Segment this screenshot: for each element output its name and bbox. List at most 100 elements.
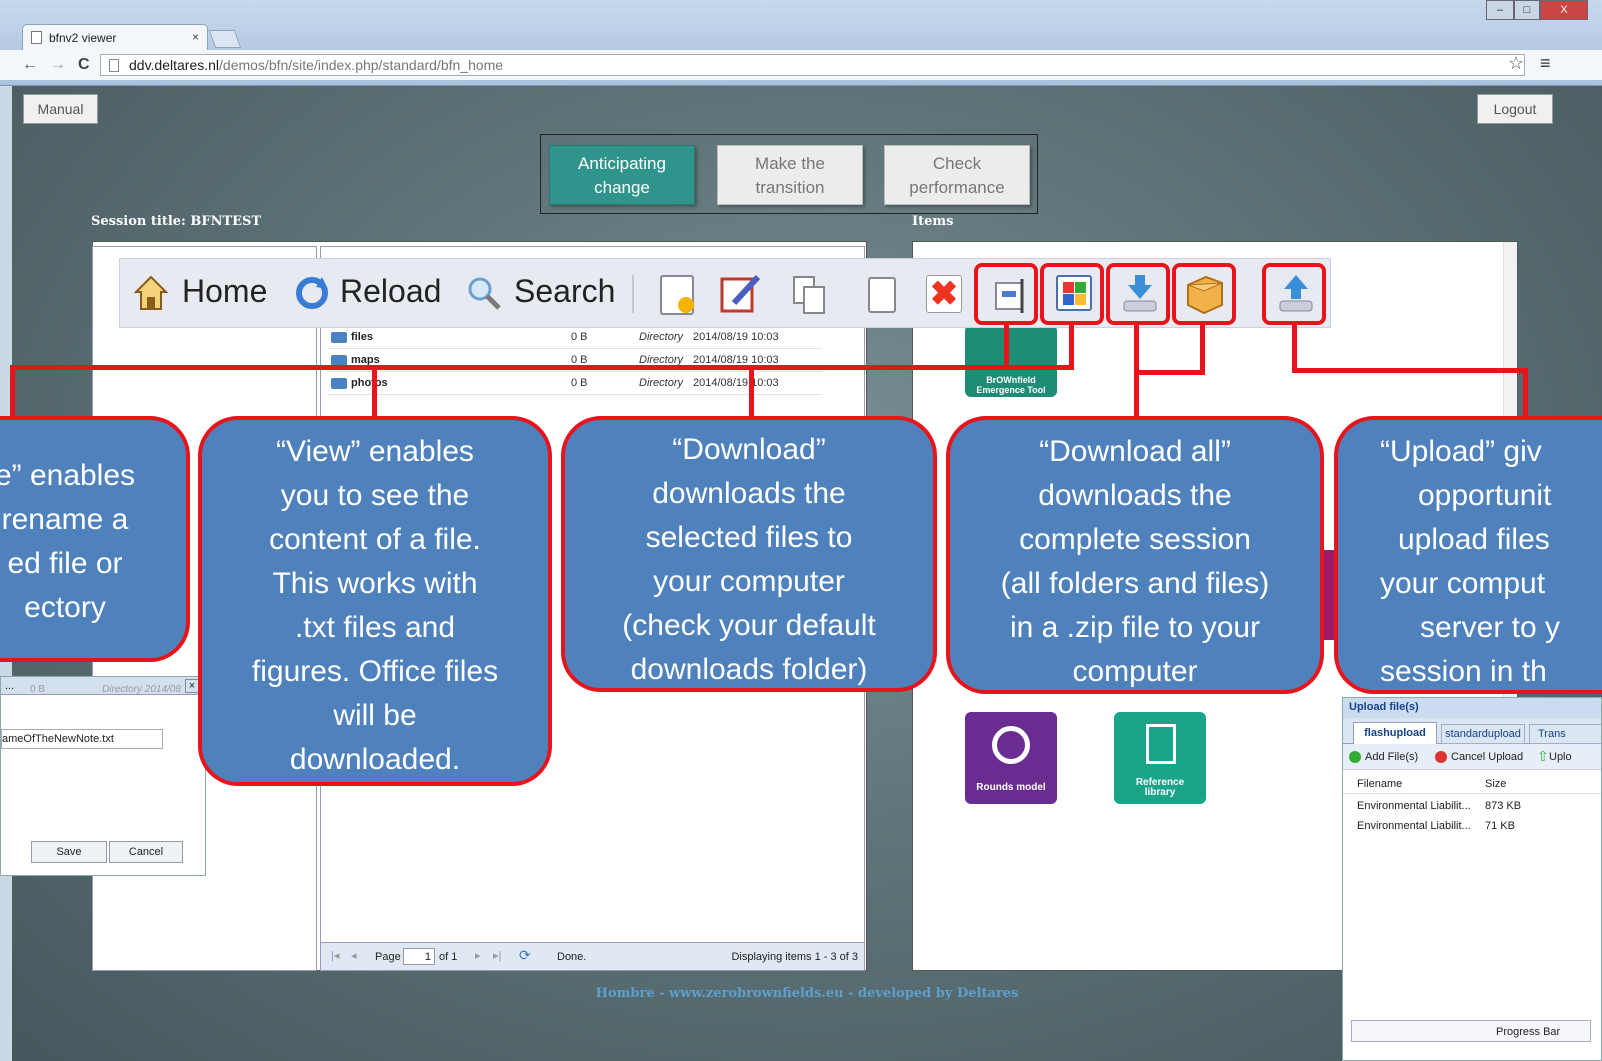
browser-tab[interactable]: bfnv2 viewer × (22, 24, 208, 50)
items-label: Items (912, 214, 954, 229)
nav-make-transition[interactable]: Make the transition (717, 145, 863, 205)
page-number-input[interactable]: 1 (403, 948, 435, 965)
callout-view: “View” enables you to see the content of… (198, 416, 552, 786)
column-size: Size (1485, 778, 1507, 790)
callout-upload: “Upload” giv opportunit upload files you… (1334, 416, 1602, 694)
connector-line (1004, 325, 1009, 367)
nav-label: change (594, 178, 650, 197)
callout-text: rename a (1, 503, 129, 536)
home-icon[interactable] (133, 275, 169, 311)
nav-label: transition (755, 178, 825, 197)
callout-text: in a .zip file to your (1009, 611, 1261, 644)
note-filename-input[interactable]: ameOfTheNewNote.txt (1, 729, 163, 749)
callout-text: selected files to (645, 521, 853, 554)
star-icon[interactable]: ☆ (1508, 53, 1524, 74)
table-row[interactable]: photos 0 B Directory 2014/08/19 10:03 (327, 373, 822, 395)
session-title: Session title: BFNTEST (91, 214, 262, 229)
tab-flashupload[interactable]: flashupload (1353, 722, 1437, 744)
display-count: Displaying items 1 - 3 of 3 (731, 951, 858, 963)
connector-line (10, 365, 15, 419)
search-icon[interactable] (466, 275, 502, 311)
upload-file-size: 71 KB (1485, 820, 1515, 832)
callout-text: This works with (272, 567, 478, 600)
connector-line (1134, 370, 1205, 375)
table-row[interactable]: Environmental Liabilit... 71 KB (1343, 818, 1601, 838)
nav-check-performance[interactable]: Check performance (884, 145, 1030, 205)
upload-file-name: Environmental Liabilit... (1357, 820, 1471, 832)
connector-line (1134, 325, 1139, 419)
reload-button[interactable]: Reload (340, 273, 441, 310)
last-page-icon[interactable]: ▸| (493, 949, 501, 962)
connector-line (1292, 368, 1528, 373)
page-label: Page (375, 951, 401, 963)
copy-icon[interactable] (792, 275, 828, 315)
page-icon (31, 31, 42, 44)
tab-close-icon[interactable]: × (192, 30, 199, 44)
next-page-icon[interactable]: ▸ (475, 949, 481, 962)
paste-icon[interactable] (868, 277, 896, 313)
prev-page-icon[interactable]: ◂ (351, 949, 357, 962)
page-icon (109, 59, 119, 72)
cancel-button[interactable]: Cancel (109, 841, 183, 863)
edit-note-icon[interactable] (720, 273, 762, 315)
highlight-view (1040, 263, 1104, 325)
new-note-dialog: ... × ameOfTheNewNote.txt Save Cancel (0, 676, 206, 876)
back-icon[interactable]: ← (22, 56, 38, 74)
maximize-button[interactable]: □ (1514, 0, 1540, 20)
file-date: 2014/08/19 10:03 (693, 331, 779, 343)
upload-file-name: Environmental Liabilit... (1357, 800, 1471, 812)
new-note-icon[interactable] (660, 275, 694, 315)
callout-text: ed file or (7, 547, 123, 580)
background-file-type: Directory 2014/08 (102, 684, 181, 695)
app-reference-library[interactable]: Reference library (1114, 712, 1206, 804)
forward-icon[interactable]: → (50, 56, 66, 74)
callout-text: computer (1072, 655, 1198, 688)
callout-download: “Download” downloads the selected files … (561, 416, 937, 692)
reload-icon[interactable]: C (78, 56, 90, 74)
callout-download-all: “Download all” downloads the complete se… (946, 416, 1324, 694)
connector-line (1069, 325, 1074, 367)
callout-text: will be (333, 699, 417, 732)
delete-icon[interactable]: ✖ (926, 275, 962, 313)
tab-transfer[interactable]: Trans (1529, 724, 1602, 744)
new-tab-button[interactable] (208, 30, 242, 48)
add-files-button[interactable]: Add File(s) (1365, 751, 1418, 763)
address-input[interactable]: ddv.deltares.nl/demos/bfn/site/index.php… (100, 54, 1525, 76)
close-window-button[interactable]: X (1540, 0, 1588, 20)
upload-files-button[interactable]: Uplo (1549, 751, 1572, 763)
highlight-download (1106, 263, 1170, 325)
file-size: 0 B (571, 377, 588, 389)
manual-button[interactable]: Manual (23, 94, 98, 124)
column-filename: Filename (1357, 778, 1403, 790)
tab-standardupload[interactable]: standardupload (1441, 724, 1525, 744)
connector-line (10, 365, 1074, 370)
reload-icon[interactable] (292, 273, 332, 313)
tab-title: bfnv2 viewer (49, 31, 117, 45)
logout-button[interactable]: Logout (1477, 94, 1553, 124)
cycle-icon (992, 726, 1030, 764)
file-type: Directory (639, 377, 684, 389)
nav-anticipating-change[interactable]: Anticipating change (549, 145, 695, 205)
first-page-icon[interactable]: |◂ (331, 949, 339, 962)
table-row[interactable]: files 0 B Directory 2014/08/19 10:03 (327, 327, 822, 349)
folder-icon (331, 378, 347, 389)
callout-text: complete session (1019, 523, 1251, 556)
table-row[interactable]: Environmental Liabilit... 873 KB (1343, 798, 1601, 818)
page-count: of 1 (439, 951, 458, 963)
app-brownfield[interactable]: BrOWnfield Emergence Tool (965, 325, 1057, 397)
save-button[interactable]: Save (31, 841, 107, 863)
url-host: ddv.deltares.nl (129, 57, 220, 73)
minimize-button[interactable]: – (1486, 0, 1514, 20)
refresh-icon[interactable]: ⟳ (519, 947, 531, 964)
app-rounds-model[interactable]: Rounds model (965, 712, 1057, 804)
upload-action-bar: Add File(s) Cancel Upload ⇧ Uplo (1343, 744, 1601, 770)
cancel-upload-button[interactable]: Cancel Upload (1451, 751, 1523, 763)
search-button[interactable]: Search (514, 273, 615, 310)
callout-text: you to see the (280, 479, 470, 512)
folder-icon (331, 332, 347, 343)
home-button[interactable]: Home (182, 273, 267, 310)
app-label: Rounds model (976, 782, 1046, 793)
menu-icon[interactable]: ≡ (1540, 53, 1551, 74)
dialog-close-icon[interactable]: × (185, 679, 199, 693)
status-text: Done. (557, 951, 587, 963)
